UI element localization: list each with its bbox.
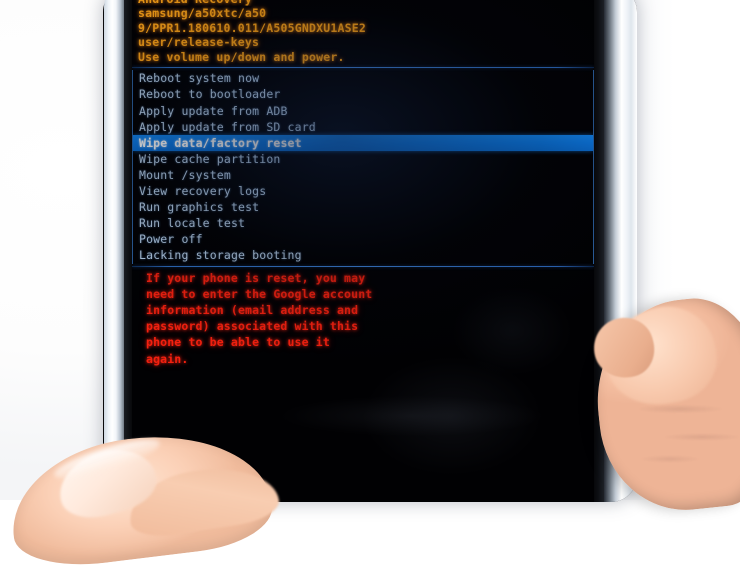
screen-smudge-1 bbox=[362, 356, 542, 476]
warning-line-4: password) associated with this bbox=[146, 319, 359, 334]
warning-line-2: need to enter the Google account bbox=[146, 286, 373, 301]
factory-reset-warning: If your phone is reset, you may need to … bbox=[132, 267, 594, 371]
menu-item-power-off[interactable]: Power off bbox=[133, 231, 593, 247]
menu-item-run-graphics-test[interactable]: Run graphics test bbox=[133, 199, 593, 215]
menu-item-lacking-storage-booting[interactable]: Lacking storage booting bbox=[133, 247, 593, 263]
recovery-menu[interactable]: Reboot system now Reboot to bootloader A… bbox=[133, 70, 593, 263]
recovery-menu-frame: Reboot system now Reboot to bootloader A… bbox=[132, 70, 594, 264]
warning-line-3: information (email address and bbox=[146, 302, 359, 317]
warning-line-6: again. bbox=[146, 351, 189, 366]
header-line-build: 9/PPR1.180610.011/A505GNDXU1ASE2 bbox=[138, 20, 366, 35]
header-line-device: samsung/a50xtc/a50 bbox=[138, 6, 267, 20]
warning-line-5: phone to be able to use it bbox=[146, 335, 330, 350]
menu-item-wipe-data-factory-reset[interactable]: Wipe data/factory reset bbox=[133, 134, 593, 151]
menu-item-apply-update-adb[interactable]: Apply update from ADB bbox=[133, 103, 593, 119]
android-recovery-console: Android Recovery samsung/a50xtc/a50 9/PP… bbox=[132, 0, 594, 371]
phone-screen[interactable]: Android Recovery samsung/a50xtc/a50 9/PP… bbox=[132, 0, 594, 502]
menu-item-reboot-system-now[interactable]: Reboot system now bbox=[133, 70, 593, 86]
header-line-hint: Use volume up/down and power. bbox=[138, 49, 345, 64]
menu-item-view-recovery-logs[interactable]: View recovery logs bbox=[133, 183, 593, 199]
screen-smudge-2 bbox=[282, 396, 542, 436]
menu-item-mount-system[interactable]: Mount /system bbox=[133, 167, 593, 183]
warning-line-1: If your phone is reset, you may bbox=[146, 270, 366, 285]
menu-item-apply-update-sd-card[interactable]: Apply update from SD card bbox=[133, 119, 593, 135]
header-line-keys: user/release-keys bbox=[138, 35, 260, 50]
menu-item-reboot-to-bootloader[interactable]: Reboot to bootloader bbox=[133, 86, 593, 102]
menu-item-run-locale-test[interactable]: Run locale test bbox=[133, 215, 593, 231]
recovery-header-block: samsung/a50xtc/a50 9/PPR1.180610.011/A50… bbox=[132, 6, 594, 64]
menu-item-wipe-cache-partition[interactable]: Wipe cache partition bbox=[133, 151, 593, 167]
right-hand-veins bbox=[640, 395, 740, 475]
